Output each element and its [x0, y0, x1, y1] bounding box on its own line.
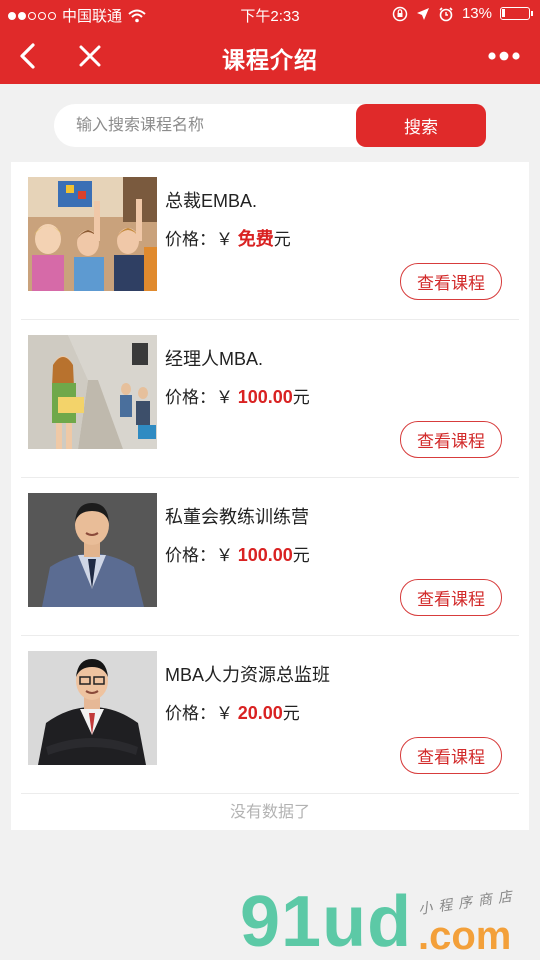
view-course-button[interactable]: 查看课程 [400, 737, 502, 774]
course-list: 总裁EMBA. 价格：￥ 免费元 查看课程 经理人MBA. 价格：￥ 100.0… [11, 162, 529, 830]
view-course-button[interactable]: 查看课程 [400, 579, 502, 616]
course-price: 价格：￥ 100.00元 [165, 383, 310, 408]
price-unit: 元 [292, 546, 310, 565]
search-bar: 搜索 [54, 104, 486, 147]
view-course-button[interactable]: 查看课程 [400, 421, 502, 458]
price-value: 100.00 [237, 387, 293, 407]
status-left: 中国联通 [8, 5, 146, 26]
course-name: 总裁EMBA. [165, 191, 258, 211]
status-bar: 中国联通 下午2:33 13% [0, 0, 540, 28]
close-icon[interactable] [72, 38, 108, 74]
rotation-lock-icon [392, 6, 408, 21]
watermark-text: 91ud [240, 882, 413, 960]
course-item[interactable]: MBA人力资源总监班 价格：￥ 20.00元 查看课程 [11, 636, 529, 794]
course-item[interactable]: 私董会教练训练营 价格：￥ 100.00元 查看课程 [11, 478, 529, 636]
course-name: 经理人MBA. [165, 349, 264, 369]
price-value: 100.00 [237, 545, 293, 565]
back-icon[interactable] [12, 38, 48, 74]
search-input[interactable] [54, 104, 374, 147]
alarm-icon [439, 6, 453, 21]
course-price: 价格：￥ 20.00元 [165, 699, 300, 724]
price-value: 20.00 [237, 703, 283, 723]
price-label: 价格： [165, 704, 216, 723]
course-thumbnail-classroom[interactable] [28, 177, 157, 291]
course-thumbnail-instructor[interactable] [28, 493, 157, 607]
course-price: 价格：￥ 100.00元 [165, 541, 310, 566]
course-price: 价格：￥ 免费元 [165, 225, 291, 251]
course-name: 私董会教练训练营 [165, 507, 309, 527]
carrier-label: 中国联通 [62, 8, 123, 25]
course-item[interactable]: 经理人MBA. 价格：￥ 100.00元 查看课程 [11, 320, 529, 478]
watermark-domain: .com [418, 914, 512, 958]
view-course-button[interactable]: 查看课程 [400, 263, 502, 300]
battery-icon [500, 7, 533, 20]
currency-symbol: ￥ [216, 230, 233, 249]
no-more-data-label: 没有数据了 [229, 804, 310, 821]
page-title: 课程介绍 [222, 47, 318, 73]
price-label: 价格： [165, 546, 216, 565]
price-value: 免费 [237, 229, 274, 249]
currency-symbol: ￥ [216, 546, 233, 565]
course-thumbnail-instructor[interactable] [28, 651, 157, 765]
status-right: 13% [392, 5, 533, 22]
price-unit: 元 [282, 704, 300, 723]
course-name: MBA人力资源总监班 [165, 665, 331, 685]
search-button[interactable]: 搜索 [356, 104, 486, 147]
price-label: 价格： [165, 388, 216, 407]
price-label: 价格： [165, 230, 216, 249]
nav-bar: 课程介绍 [0, 28, 540, 84]
course-thumbnail-hallway[interactable] [28, 335, 157, 449]
more-icon[interactable] [484, 40, 524, 72]
divider [21, 793, 519, 794]
location-icon [416, 7, 429, 20]
battery-level [502, 9, 505, 17]
currency-symbol: ￥ [216, 388, 233, 407]
course-item[interactable]: 总裁EMBA. 价格：￥ 免费元 查看课程 [11, 162, 529, 320]
watermark-logo: 91ud 小程序商店 .com [240, 884, 540, 960]
signal-icon [8, 11, 56, 20]
battery-percent: 13% [461, 5, 492, 22]
currency-symbol: ￥ [216, 704, 233, 723]
wifi-icon [128, 9, 146, 22]
price-unit: 元 [292, 388, 310, 407]
price-unit: 元 [273, 230, 291, 249]
